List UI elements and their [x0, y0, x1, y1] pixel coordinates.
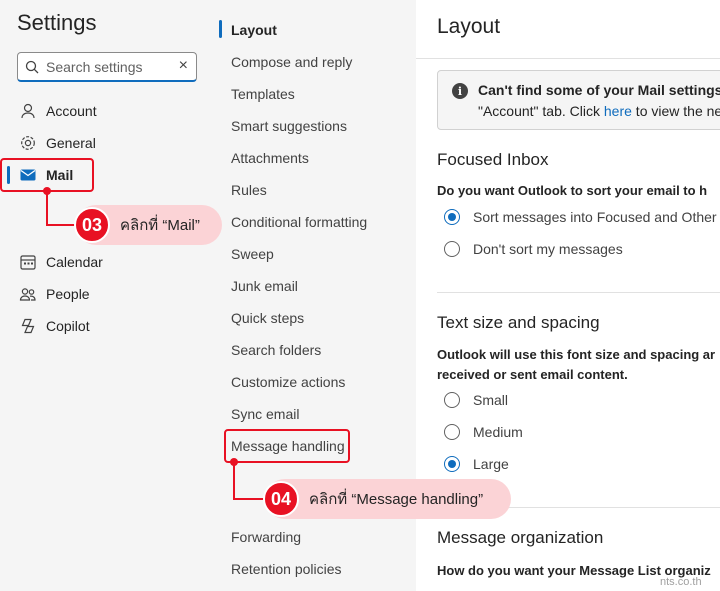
submenu-templates[interactable]: Templates — [231, 85, 295, 103]
info-here-link[interactable]: here — [604, 103, 632, 119]
submenu-rules[interactable]: Rules — [231, 181, 267, 199]
nav-item-account[interactable]: Account — [0, 95, 216, 127]
info-icon: i — [452, 83, 468, 99]
info-message: "Account" tab. Click here to view the ne — [478, 103, 720, 119]
radio-label: Don't sort my messages — [473, 241, 623, 257]
header-divider — [416, 58, 720, 59]
search-icon — [18, 60, 46, 74]
highlight-message-handling — [224, 429, 350, 463]
radio-sort-focused-other[interactable]: Sort messages into Focused and Other — [444, 209, 717, 225]
callout-text: คลิกที่ “Mail” — [120, 217, 200, 234]
search-settings-box[interactable]: × — [17, 52, 197, 82]
submenu-customize-actions[interactable]: Customize actions — [231, 373, 345, 391]
radio-label: Large — [473, 456, 509, 472]
calendar-icon — [18, 252, 38, 272]
search-settings-input[interactable] — [46, 58, 164, 75]
message-org-title: Message organization — [437, 528, 604, 547]
text-size-title: Text size and spacing — [437, 313, 600, 332]
gear-icon — [18, 133, 38, 153]
info-text-post: to view the ne — [631, 103, 720, 119]
nav-item-copilot[interactable]: Copilot — [0, 310, 216, 342]
submenu-search-folders[interactable]: Search folders — [231, 341, 321, 359]
radio-label: Medium — [473, 424, 523, 440]
radio-button[interactable] — [444, 424, 460, 440]
submenu-layout[interactable]: Layout — [231, 21, 277, 39]
nav-label-general: General — [46, 135, 96, 151]
radio-small[interactable]: Small — [444, 392, 508, 408]
submenu-quick-steps[interactable]: Quick steps — [231, 309, 304, 327]
settings-title: Settings — [17, 10, 97, 35]
layout-selected-indicator — [219, 20, 222, 38]
connector-line — [46, 191, 48, 225]
radio-button[interactable] — [444, 241, 460, 257]
nav-label-copilot: Copilot — [46, 318, 90, 334]
people-icon — [18, 284, 38, 304]
submenu-forwarding[interactable]: Forwarding — [231, 528, 301, 546]
text-size-desc-line2: received or sent email content. — [437, 367, 628, 382]
watermark: nts.co.th — [660, 576, 702, 588]
callout-step-03: 03 คลิกที่ “Mail” — [74, 205, 222, 245]
nav-label-people: People — [46, 286, 90, 302]
focused-inbox-title: Focused Inbox — [437, 150, 549, 169]
focused-inbox-desc: Do you want Outlook to sort your email t… — [437, 183, 708, 198]
submenu-retention-policies[interactable]: Retention policies — [231, 560, 342, 578]
info-title: Can't find some of your Mail settings? — [478, 82, 720, 98]
submenu-attachments[interactable]: Attachments — [231, 149, 309, 167]
radio-medium[interactable]: Medium — [444, 424, 523, 440]
clear-search-icon[interactable]: × — [179, 57, 188, 75]
person-icon — [18, 101, 38, 121]
submenu-smart-suggestions[interactable]: Smart suggestions — [231, 117, 347, 135]
step-number-badge: 04 — [263, 481, 299, 517]
step-number-badge: 03 — [74, 207, 110, 243]
nav-item-calendar[interactable]: Calendar — [0, 246, 216, 278]
submenu-conditional-formatting[interactable]: Conditional formatting — [231, 213, 367, 231]
connector-line — [233, 462, 235, 499]
panel-title: Layout — [437, 15, 501, 38]
submenu-sync-email[interactable]: Sync email — [231, 405, 299, 423]
radio-label: Small — [473, 392, 509, 408]
nav-label-calendar: Calendar — [46, 254, 103, 270]
info-banner: i Can't find some of your Mail settings?… — [437, 70, 720, 130]
nav-item-general[interactable]: General — [0, 127, 216, 159]
radio-button-selected[interactable] — [444, 456, 460, 472]
info-text-pre: "Account" tab. Click — [478, 103, 604, 119]
radio-button-selected[interactable] — [444, 209, 460, 225]
nav-label-account: Account — [46, 103, 97, 119]
radio-large[interactable]: Large — [444, 456, 509, 472]
section-divider — [437, 292, 720, 293]
submenu-compose-and-reply[interactable]: Compose and reply — [231, 53, 352, 71]
callout-step-04: 04 คลิกที่ “Message handling” — [263, 479, 511, 519]
callout-text: คลิกที่ “Message handling” — [309, 491, 484, 508]
radio-button[interactable] — [444, 392, 460, 408]
submenu-sweep[interactable]: Sweep — [231, 245, 274, 263]
text-size-desc-line1: Outlook will use this font size and spac… — [437, 347, 716, 362]
nav-item-people[interactable]: People — [0, 278, 216, 310]
submenu-junk-email[interactable]: Junk email — [231, 277, 298, 295]
copilot-icon — [18, 316, 38, 336]
radio-label: Sort messages into Focused and Other — [473, 209, 717, 225]
radio-dont-sort[interactable]: Don't sort my messages — [444, 241, 623, 257]
